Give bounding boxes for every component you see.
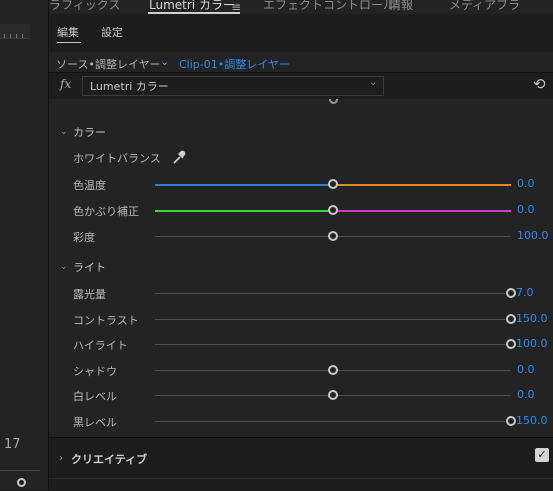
clipped-row — [49, 99, 553, 105]
clip-link[interactable]: Clip-01•調整レイヤー — [179, 56, 290, 72]
light-value-4[interactable]: 0.0 — [517, 388, 535, 401]
creative-checkbox[interactable]: ✓ — [535, 448, 549, 462]
chevron-down-icon[interactable]: ⌄ — [369, 77, 377, 88]
color-value-1[interactable]: 0.0 — [517, 203, 535, 216]
tab-effect-controls[interactable]: エフェクトコントロール — [263, 0, 395, 13]
subtab-indicator — [57, 42, 81, 43]
light-label-5: 黒レベル — [73, 416, 117, 429]
white-balance-label: ホワイトバランス — [73, 152, 161, 165]
tab-graphics[interactable]: ラフィックス — [49, 0, 120, 13]
tab-info[interactable]: 情報 — [389, 0, 413, 13]
light-slider-track-2[interactable] — [155, 344, 511, 346]
light-value-3[interactable]: 0.0 — [517, 363, 535, 376]
color-value-2[interactable]: 100.0 — [517, 229, 549, 242]
timecode-number: 17 — [4, 437, 21, 452]
color-label-2: 彩度 — [73, 231, 95, 244]
color-label-0: 色温度 — [73, 179, 106, 192]
panel-menu-icon[interactable]: ≡ — [231, 0, 241, 14]
light-label-4: 白レベル — [73, 390, 117, 404]
chevron-right-icon[interactable]: › — [59, 453, 63, 464]
color-label-1: 色かぶり補正 — [73, 205, 139, 218]
light-label-1: コントラスト — [73, 313, 139, 327]
light-value-2[interactable]: 100.0 — [516, 337, 548, 350]
light-label-0: 露光量 — [73, 288, 106, 301]
eyedropper-icon[interactable] — [172, 149, 186, 168]
light-value-5[interactable]: 150.0 — [516, 414, 548, 427]
light-label-3: シャドウ — [73, 364, 117, 378]
creative-label[interactable]: クリエイティブ — [71, 451, 147, 467]
light-slider-handle-5[interactable] — [506, 416, 516, 426]
section-title-light[interactable]: ライト — [73, 259, 106, 275]
bottom-strip — [49, 478, 553, 491]
light-value-0[interactable]: 7.0 — [516, 286, 534, 299]
light-slider-track-0[interactable] — [155, 293, 511, 294]
subtab-settings[interactable]: 設定 — [101, 24, 123, 40]
color-slider-handle-2[interactable] — [328, 231, 338, 241]
panel-tab-bar: ラフィックス Lumetri カラー エフェクトコントロール 情報 メディアブラ — [49, 0, 553, 14]
light-slider-track-1[interactable] — [155, 318, 511, 320]
light-value-1[interactable]: 150.0 — [516, 312, 548, 325]
subtab-edit[interactable]: 編集 — [57, 24, 79, 40]
reset-icon[interactable]: ⟲ — [533, 75, 546, 93]
active-tab-indicator — [148, 12, 240, 14]
subtab-bar — [49, 15, 553, 53]
effect-name: Lumetri カラー — [90, 80, 169, 93]
color-slider-handle-0[interactable] — [328, 179, 338, 189]
chevron-down-icon[interactable]: ⌄ — [60, 262, 68, 272]
light-slider-handle-0[interactable] — [506, 288, 516, 298]
color-value-0[interactable]: 0.0 — [517, 177, 535, 190]
light-slider-handle-1[interactable] — [506, 313, 516, 324]
light-slider-handle-3[interactable] — [328, 364, 338, 375]
chevron-down-icon[interactable]: ⌄ — [60, 127, 68, 137]
light-label-2: ハイライト — [73, 339, 128, 353]
section-title-color[interactable]: カラー — [73, 124, 106, 140]
left-panel — [0, 0, 49, 490]
chevron-down-icon[interactable]: ⌄ — [160, 55, 169, 68]
light-slider-track-5[interactable] — [155, 421, 511, 422]
zoom-handle[interactable] — [17, 478, 26, 487]
timeline-ruler[interactable] — [0, 24, 30, 39]
color-slider-handle-1[interactable] — [328, 205, 338, 215]
tab-media-browser[interactable]: メディアブラ — [449, 0, 520, 13]
source-label: ソース•調整レイヤー — [56, 58, 161, 71]
fx-icon[interactable]: fx — [60, 77, 71, 91]
